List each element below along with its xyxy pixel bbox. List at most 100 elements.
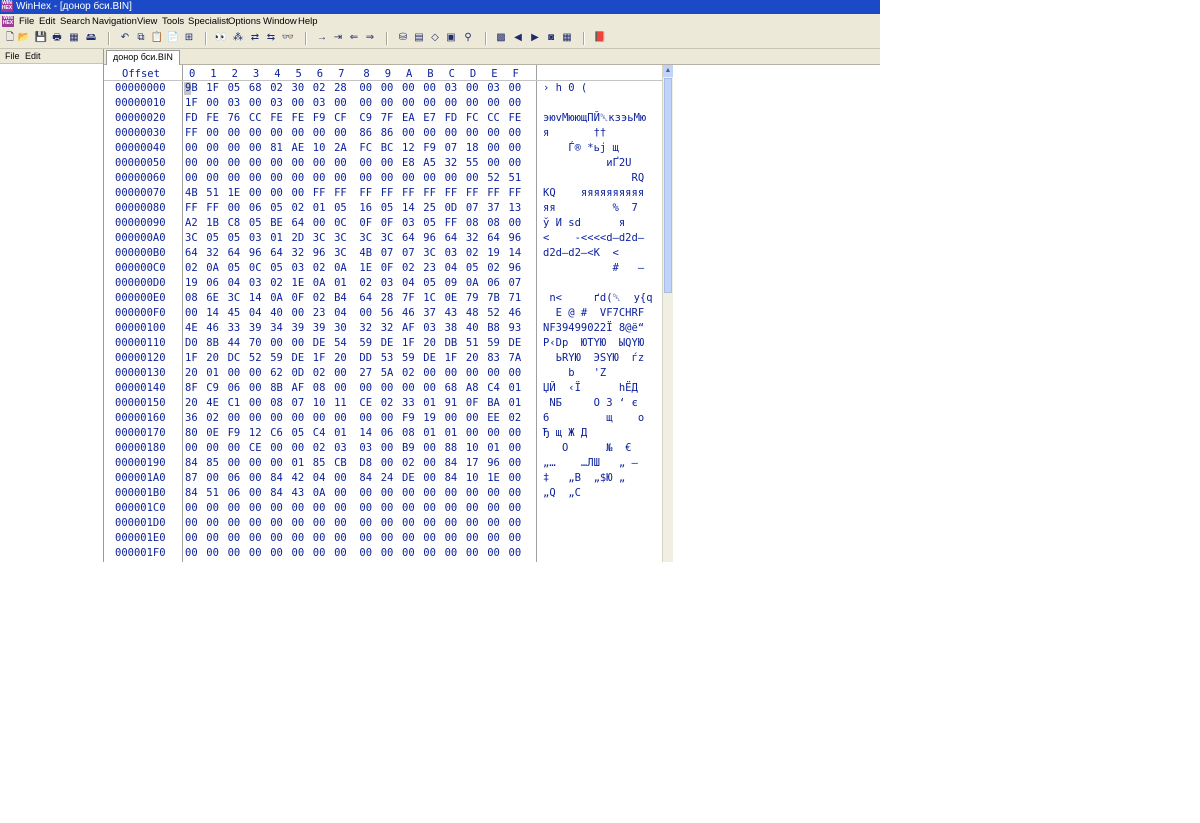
hex-byte[interactable]: 00 xyxy=(381,411,394,426)
hex-byte[interactable]: B4 xyxy=(334,291,347,306)
hex-byte[interactable]: 42 xyxy=(292,471,305,486)
hex-byte[interactable]: 14 xyxy=(249,291,262,306)
hex-byte[interactable]: 30 xyxy=(292,81,305,96)
row-text[interactable]: › h 0 ( xyxy=(543,81,587,96)
hex-byte[interactable]: 00 xyxy=(487,486,500,501)
row-text[interactable]: Ђ щ Ж Д xyxy=(543,426,587,441)
hex-byte[interactable]: 00 xyxy=(334,411,347,426)
hex-byte[interactable]: 00 xyxy=(381,456,394,471)
hex-byte[interactable]: FF xyxy=(185,126,198,141)
hex-byte[interactable]: 0E xyxy=(206,426,219,441)
hex-byte[interactable]: 0A xyxy=(466,276,479,291)
hex-byte[interactable]: 00 xyxy=(423,171,436,186)
hex-byte[interactable]: DB xyxy=(445,336,458,351)
hex-byte[interactable]: 00 xyxy=(381,156,394,171)
hex-byte[interactable]: FF xyxy=(185,201,198,216)
hex-byte[interactable]: 00 xyxy=(206,516,219,531)
hex-byte[interactable]: AE xyxy=(292,141,305,156)
row-text[interactable]: d2d–d2–<K < xyxy=(543,246,619,261)
hex-byte[interactable]: FC xyxy=(466,111,479,126)
hex-byte[interactable]: 00 xyxy=(249,531,262,546)
hex-byte[interactable]: 7B xyxy=(487,291,500,306)
hex-byte[interactable]: 02 xyxy=(487,261,500,276)
hex-byte[interactable]: 84 xyxy=(185,456,198,471)
hex-byte[interactable]: 85 xyxy=(206,456,219,471)
hex-byte[interactable]: 84 xyxy=(185,486,198,501)
hex-byte[interactable]: CE xyxy=(249,441,262,456)
hex-byte[interactable]: 39 xyxy=(292,321,305,336)
goto-offset-icon[interactable]: → xyxy=(315,31,329,45)
menu-search[interactable]: Search xyxy=(60,14,90,29)
hex-byte[interactable]: 14 xyxy=(206,306,219,321)
hex-byte[interactable]: 88 xyxy=(445,441,458,456)
hex-byte[interactable]: 05 xyxy=(270,201,283,216)
hex-byte[interactable]: FF xyxy=(402,186,415,201)
hex-byte[interactable]: FF xyxy=(445,186,458,201)
menu-options[interactable]: Options xyxy=(228,14,261,29)
hex-byte[interactable]: 1F xyxy=(185,96,198,111)
hex-byte[interactable]: 00 xyxy=(487,531,500,546)
hex-byte[interactable]: 00 xyxy=(185,531,198,546)
hex-byte[interactable]: 19 xyxy=(185,276,198,291)
hex-byte[interactable]: 00 xyxy=(423,126,436,141)
hex-byte[interactable]: 32 xyxy=(466,231,479,246)
hex-byte[interactable]: 06 xyxy=(249,201,262,216)
find-text-icon[interactable]: 👀 xyxy=(214,31,228,45)
menu-view[interactable]: View xyxy=(137,14,157,29)
hex-byte[interactable]: 00 xyxy=(445,126,458,141)
hex-byte[interactable]: 00 xyxy=(466,171,479,186)
hex-byte[interactable]: 00 xyxy=(334,171,347,186)
hex-byte[interactable]: 96 xyxy=(509,231,522,246)
hex-byte[interactable]: DD xyxy=(359,351,372,366)
hex-byte[interactable]: 00 xyxy=(359,171,372,186)
hex-byte[interactable]: 01 xyxy=(509,381,522,396)
hex-byte[interactable]: 10 xyxy=(466,471,479,486)
hex-byte[interactable]: 00 xyxy=(466,126,479,141)
hex-byte[interactable]: 23 xyxy=(423,261,436,276)
hex-byte[interactable]: 46 xyxy=(206,321,219,336)
hex-byte[interactable]: 04 xyxy=(313,471,326,486)
hex-byte[interactable]: 7F xyxy=(381,111,394,126)
hex-byte[interactable]: 02 xyxy=(313,366,326,381)
hex-byte[interactable]: 00 xyxy=(228,141,241,156)
hex-byte[interactable]: 03 xyxy=(445,81,458,96)
hex-byte[interactable]: 00 xyxy=(487,156,500,171)
hex-byte[interactable]: 00 xyxy=(509,546,522,561)
hex-byte[interactable]: 06 xyxy=(206,276,219,291)
hex-byte[interactable]: 09 xyxy=(445,276,458,291)
hex-byte[interactable]: 79 xyxy=(466,291,479,306)
hex-byte[interactable]: 03 xyxy=(270,96,283,111)
hex-byte[interactable]: 0C xyxy=(249,261,262,276)
hex-byte[interactable]: 00 xyxy=(334,516,347,531)
hex-byte[interactable]: D0 xyxy=(185,336,198,351)
hex-byte[interactable]: 68 xyxy=(249,81,262,96)
hex-byte[interactable]: 08 xyxy=(402,426,415,441)
hex-byte[interactable]: 00 xyxy=(313,171,326,186)
hex-byte[interactable]: 3C xyxy=(334,231,347,246)
hex-byte[interactable]: 54 xyxy=(334,336,347,351)
hex-byte[interactable]: 07 xyxy=(509,276,522,291)
hex-byte[interactable]: 06 xyxy=(381,426,394,441)
hex-byte[interactable]: FF xyxy=(334,186,347,201)
hex-byte[interactable]: 18 xyxy=(466,141,479,156)
hex-byte[interactable]: 3C xyxy=(313,231,326,246)
row-text[interactable]: NF39499022Ї 8@ё“ xyxy=(543,321,644,336)
hex-byte[interactable]: DE xyxy=(292,351,305,366)
hex-byte[interactable]: 00 xyxy=(313,531,326,546)
hex-byte[interactable]: 00 xyxy=(270,501,283,516)
hex-byte[interactable]: 00 xyxy=(466,426,479,441)
hex-byte[interactable]: 02 xyxy=(402,366,415,381)
hex-byte[interactable]: 43 xyxy=(445,306,458,321)
hex-byte[interactable]: 00 xyxy=(313,546,326,561)
hex-byte[interactable]: 00 xyxy=(313,411,326,426)
row-text[interactable]: „… …ЛШ „ – xyxy=(543,456,638,471)
hex-byte[interactable]: 62 xyxy=(270,366,283,381)
hex-byte[interactable]: 01 xyxy=(270,231,283,246)
hex-byte[interactable]: 64 xyxy=(270,246,283,261)
hex-byte[interactable]: 05 xyxy=(423,216,436,231)
hex-byte[interactable]: 00 xyxy=(509,486,522,501)
hex-byte[interactable]: 0E xyxy=(445,291,458,306)
hex-byte[interactable]: 7F xyxy=(402,291,415,306)
hex-byte[interactable]: 00 xyxy=(466,366,479,381)
hex-byte[interactable]: 00 xyxy=(402,501,415,516)
